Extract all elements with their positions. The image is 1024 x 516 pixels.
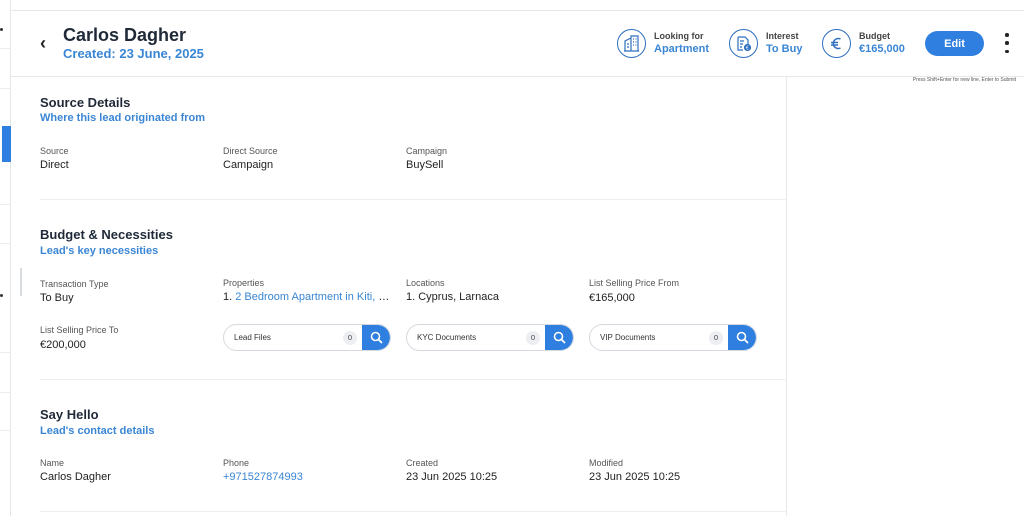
field-label: Properties bbox=[223, 278, 265, 288]
stat-value: Apartment bbox=[654, 43, 710, 55]
field-value: 23 Jun 2025 10:25 bbox=[406, 471, 498, 483]
lead-details-main: Source Details Where this lead originate… bbox=[11, 77, 787, 516]
scroll-marker bbox=[20, 268, 22, 296]
search-icon[interactable] bbox=[362, 325, 390, 350]
section-subtitle-source: Where this lead originated from bbox=[40, 112, 206, 124]
nav-divider bbox=[0, 204, 11, 205]
doc-label: Lead Files bbox=[234, 333, 271, 342]
section-title-budget: Budget & Necessities bbox=[40, 227, 173, 242]
doc-count-badge: 0 bbox=[343, 330, 357, 345]
field-value: 23 Jun 2025 10:25 bbox=[589, 471, 681, 483]
field-value: Campaign bbox=[223, 159, 274, 171]
field-label: Locations bbox=[406, 278, 445, 288]
phone-link[interactable]: +971527874993 bbox=[223, 471, 303, 483]
apartment-icon bbox=[617, 28, 646, 58]
section-subtitle-hello: Lead's contact details bbox=[40, 425, 155, 437]
stat-value: €165,000 bbox=[859, 43, 905, 55]
field-value: Direct bbox=[40, 159, 69, 171]
field-label: Direct Source bbox=[223, 146, 278, 156]
notes-panel: Press Shift+Enter for new line, Enter to… bbox=[787, 77, 1024, 516]
field-label: Created bbox=[406, 458, 439, 468]
nav-divider bbox=[0, 48, 11, 49]
nav-divider bbox=[0, 243, 11, 244]
interest-icon: € bbox=[729, 28, 758, 58]
lead-header: ‹ Carlos Dagher Created: 23 June, 2025 L… bbox=[11, 10, 1024, 77]
search-icon[interactable] bbox=[545, 325, 573, 350]
back-button[interactable]: ‹ bbox=[40, 33, 46, 54]
field-value: €165,000 bbox=[589, 292, 635, 304]
nav-dot bbox=[0, 294, 3, 297]
kyc-documents-field[interactable]: KYC Documents 0 bbox=[406, 324, 574, 351]
stat-label: Budget bbox=[859, 31, 890, 41]
field-value: BuySell bbox=[406, 159, 444, 171]
field-label: Modified bbox=[589, 458, 624, 468]
doc-label: VIP Documents bbox=[600, 333, 656, 342]
doc-count-badge: 0 bbox=[526, 330, 540, 345]
field-label: Campaign bbox=[406, 146, 448, 156]
nav-dot bbox=[0, 28, 3, 31]
field-label: Transaction Type bbox=[40, 279, 109, 289]
euro-icon bbox=[822, 28, 851, 58]
field-label: Name bbox=[40, 458, 65, 468]
nav-divider bbox=[0, 88, 11, 89]
nav-active-indicator[interactable] bbox=[2, 126, 11, 162]
field-value: To Buy bbox=[40, 292, 74, 304]
nav-divider bbox=[0, 352, 11, 353]
left-navigation-strip bbox=[0, 0, 11, 516]
property-link[interactable]: 1. 2 Bedroom Apartment in Kiti, Larnaca bbox=[223, 291, 391, 303]
section-divider bbox=[40, 379, 787, 380]
edit-button[interactable]: Edit bbox=[925, 31, 984, 56]
list-index: 1. bbox=[223, 291, 236, 303]
stat-looking-for: Looking for Apartment bbox=[617, 27, 709, 59]
stat-value: To Buy bbox=[766, 43, 803, 55]
doc-count-badge: 0 bbox=[709, 330, 723, 345]
field-label: List Selling Price From bbox=[589, 278, 680, 288]
section-title-hello: Say Hello bbox=[40, 407, 99, 422]
field-label: List Selling Price To bbox=[40, 325, 119, 335]
nav-divider bbox=[0, 392, 11, 393]
field-label: Phone bbox=[223, 458, 250, 468]
stat-interest: € Interest To Buy bbox=[729, 27, 802, 59]
field-value: 1. Cyprus, Larnaca bbox=[406, 291, 499, 303]
lead-name: Carlos Dagher bbox=[63, 25, 187, 45]
svg-text:€: € bbox=[746, 45, 750, 51]
doc-label: KYC Documents bbox=[417, 333, 477, 342]
vip-documents-field[interactable]: VIP Documents 0 bbox=[589, 324, 757, 351]
section-title-source: Source Details bbox=[40, 95, 131, 110]
more-options-icon[interactable] bbox=[1003, 33, 1011, 53]
field-value: Carlos Dagher bbox=[40, 471, 111, 483]
input-hint: Press Shift+Enter for new line, Enter to… bbox=[912, 77, 1016, 83]
search-icon[interactable] bbox=[728, 325, 756, 350]
property-link-text[interactable]: 2 Bedroom Apartment in Kiti, Larnaca bbox=[235, 291, 391, 303]
field-label: Source bbox=[40, 146, 69, 156]
stat-label: Looking for bbox=[654, 31, 704, 41]
stat-budget: Budget €165,000 bbox=[822, 27, 905, 59]
section-subtitle-budget: Lead's key necessities bbox=[40, 245, 159, 257]
lead-files-field[interactable]: Lead Files 0 bbox=[223, 324, 391, 351]
stat-label: Interest bbox=[766, 31, 799, 41]
lead-created-date: Created: 23 June, 2025 bbox=[63, 46, 204, 61]
section-divider bbox=[40, 199, 787, 200]
nav-divider bbox=[0, 430, 11, 431]
field-value: €200,000 bbox=[40, 339, 86, 351]
section-divider bbox=[40, 511, 787, 512]
